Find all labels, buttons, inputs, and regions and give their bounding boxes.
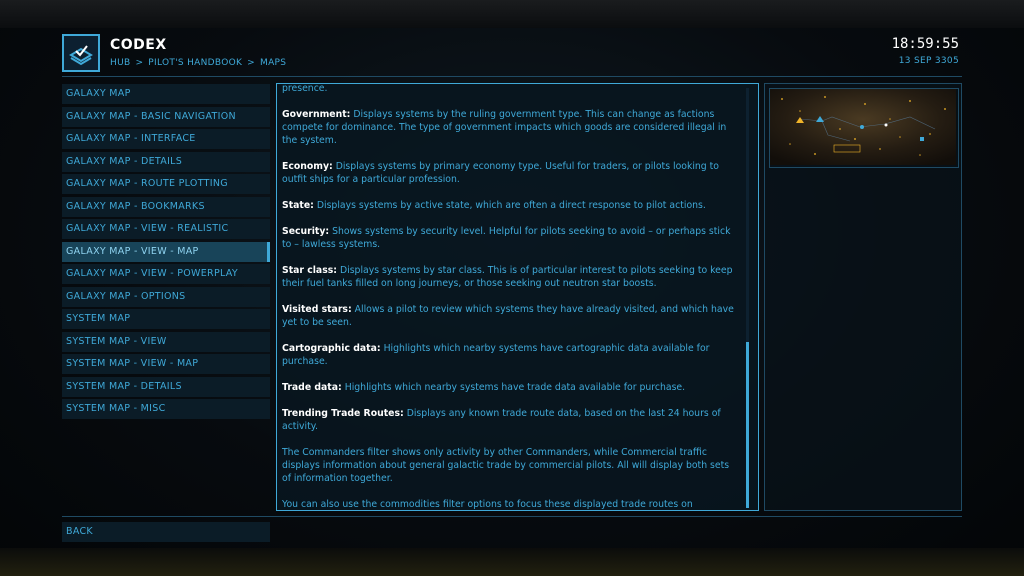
sidebar-item-system-map-misc[interactable]: SYSTEM MAP - MISC [62,399,270,419]
sidebar-item-galaxy-map-bookmarks[interactable]: GALAXY MAP - BOOKMARKS [62,196,270,217]
back-button[interactable]: BACK [62,522,270,542]
term-label: Cartographic data: [282,343,381,354]
term-description: You can also use the commodities filter … [282,499,693,510]
article-paragraph-trade-data: Trade data: Highlights which nearby syst… [282,381,740,394]
sidebar-item-galaxy-map-interface[interactable]: GALAXY MAP - INTERFACE [62,129,270,149]
term-label: Visited stars: [282,304,352,315]
breadcrumb-separator: > [247,58,256,68]
article-paragraph-security: Security: Shows systems by security leve… [282,225,740,251]
article-paragraph-visited-stars: Visited stars: Allows a pilot to review … [282,303,740,329]
term-description: Displays systems by primary economy type… [282,161,719,185]
article-paragraph-economy: Economy: Displays systems by primary eco… [282,160,740,186]
footer-divider [62,516,962,517]
breadcrumb-separator: > [135,58,144,68]
sidebar-item-galaxy-map-route-plotting[interactable]: GALAXY MAP - ROUTE PLOTTING [62,174,270,194]
cockpit-frame-bottom [0,548,1024,576]
sidebar-item-galaxy-map-basic-navigation[interactable]: GALAXY MAP - BASIC NAVIGATION [62,106,270,127]
preview-panel [764,83,962,511]
article-scrollbar-thumb[interactable] [746,342,749,508]
sidebar-item-system-map-details[interactable]: SYSTEM MAP - DETAILS [62,376,270,397]
sidebar-item-galaxy-map-view-powerplay[interactable]: GALAXY MAP - VIEW - POWERPLAY [62,264,270,284]
term-description: Shows systems by security level. Helpful… [282,226,731,250]
header-divider [62,76,962,77]
sidebar-item-galaxy-map[interactable]: GALAXY MAP [62,84,270,104]
codex-book-icon [62,34,100,72]
term-label: Government: [282,109,351,120]
breadcrumb-pilots-handbook[interactable]: PILOT'S HANDBOOK [148,58,242,68]
galaxy-map-preview-image [769,88,959,168]
term-description: Displays systems by active state, which … [313,200,706,211]
article-panel[interactable]: presence. Government: Displays systems b… [276,83,759,511]
article-paragraph-star-class: Star class: Displays systems by star cla… [282,264,740,290]
sidebar-item-system-map-view-map[interactable]: SYSTEM MAP - VIEW - MAP [62,354,270,374]
sidebar-item-system-map[interactable]: SYSTEM MAP [62,309,270,329]
term-label: Trade data: [282,382,342,393]
codex-topic-list: GALAXY MAP GALAXY MAP - BASIC NAVIGATION… [62,84,270,422]
article-paragraph-state: State: Displays systems by active state,… [282,199,740,212]
article-paragraph-government: Government: Displays systems by the ruli… [282,108,740,147]
term-label: Trending Trade Routes: [282,408,404,419]
term-description: Highlights which nearby systems have tra… [341,382,686,393]
breadcrumb: HUB > PILOT'S HANDBOOK > MAPS [110,58,286,68]
sidebar-item-galaxy-map-view-map[interactable]: GALAXY MAP - VIEW - MAP [62,241,270,262]
clock-date: 13 SEP 3305 [898,56,959,66]
cockpit-frame-top [0,0,1024,28]
article-paragraph-cartographic-data: Cartographic data: Highlights which near… [282,342,740,368]
term-label: Economy: [282,161,333,172]
breadcrumb-hub[interactable]: HUB [110,58,130,68]
article-paragraph-commodities-filter: You can also use the commodities filter … [282,498,740,510]
article-paragraph-trending-trade-routes: Trending Trade Routes: Displays any know… [282,407,740,433]
sidebar-item-galaxy-map-options[interactable]: GALAXY MAP - OPTIONS [62,286,270,307]
clock-time: 18:59:55 [891,36,959,52]
term-description: The Commanders filter shows only activit… [282,447,730,484]
term-label: Security: [282,226,330,237]
sidebar-item-galaxy-map-view-realistic[interactable]: GALAXY MAP - VIEW - REALISTIC [62,219,270,239]
article-body: presence. Government: Displays systems b… [282,83,740,510]
article-paragraph-commanders-filter: The Commanders filter shows only activit… [282,446,740,485]
article-cut-line: presence. [282,83,328,94]
sidebar-item-galaxy-map-details[interactable]: GALAXY MAP - DETAILS [62,151,270,172]
sidebar-item-system-map-view[interactable]: SYSTEM MAP - VIEW [62,331,270,352]
breadcrumb-maps: MAPS [260,58,287,68]
term-label: Star class: [282,265,337,276]
page-title: CODEX [110,37,167,53]
term-label: State: [282,200,314,211]
term-description: Displays systems by star class. This is … [282,265,733,289]
